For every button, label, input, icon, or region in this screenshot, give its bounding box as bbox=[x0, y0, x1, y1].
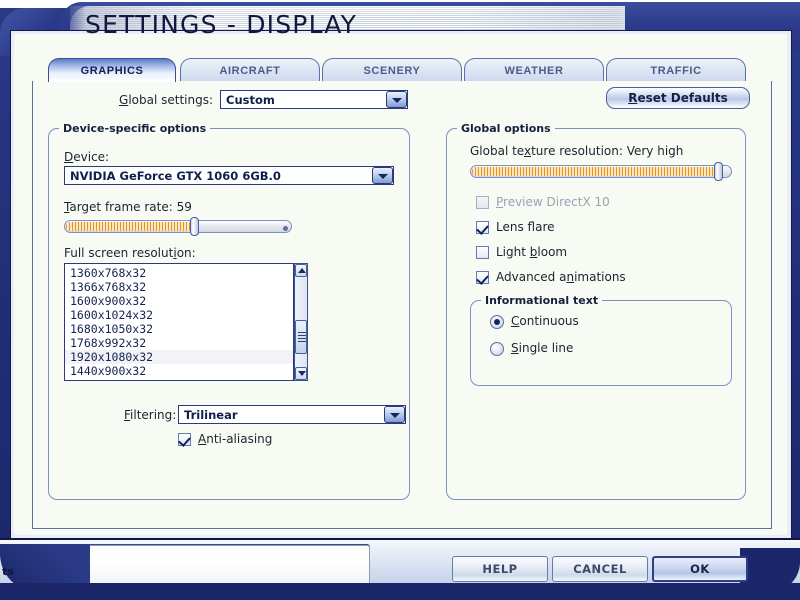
global-settings-label: Global settings: bbox=[119, 93, 214, 107]
chevron-down-icon[interactable] bbox=[386, 91, 407, 108]
resolution-scrollbar[interactable] bbox=[294, 263, 308, 381]
frame-rate-slider-endcap bbox=[283, 226, 288, 231]
resolution-list-item[interactable]: 1360x768x32 bbox=[65, 266, 293, 280]
preview-directx10-checkbox[interactable] bbox=[476, 196, 489, 209]
radio-single-line-label: Single line bbox=[511, 341, 574, 355]
filtering-combo[interactable]: Trilinear bbox=[178, 405, 406, 424]
resolution-listbox[interactable]: 1360x768x32 1366x768x32 1600x900x32 1600x10… bbox=[64, 263, 294, 381]
advanced-animations-label: Advanced animations bbox=[496, 270, 626, 284]
resolution-list-item[interactable]: 1600x900x32 bbox=[65, 294, 293, 308]
frame-rate-label: Target frame rate: 59 bbox=[64, 200, 192, 214]
resolution-list-item[interactable]: 1366x768x32 bbox=[65, 280, 293, 294]
tab-aircraft[interactable]: AIRCRAFT bbox=[180, 58, 320, 82]
window-title: SETTINGS - DISPLAY bbox=[85, 10, 358, 39]
cancel-button-label: CANCEL bbox=[573, 562, 627, 576]
tab-scenery[interactable]: SCENERY bbox=[322, 58, 462, 82]
filtering-label: Filtering: bbox=[124, 408, 177, 422]
help-button[interactable]: HELP bbox=[452, 556, 548, 582]
lens-flare-checkbox[interactable] bbox=[476, 221, 489, 234]
grip-icon bbox=[298, 332, 306, 342]
tab-graphics-label: GRAPHICS bbox=[80, 65, 144, 77]
resolution-list-item[interactable]: 1680x1050x32 bbox=[65, 322, 293, 336]
help-button-label: HELP bbox=[482, 562, 518, 576]
texture-slider-track[interactable] bbox=[470, 165, 732, 178]
ok-button[interactable]: OK bbox=[652, 556, 748, 582]
texture-slider-thumb[interactable] bbox=[714, 162, 723, 181]
texture-resolution-label: Global texture resolution: Very high bbox=[470, 144, 684, 158]
resolution-scrollbar-thumb[interactable] bbox=[295, 320, 307, 354]
texture-resolution-slider[interactable] bbox=[470, 162, 732, 181]
device-label: Device: bbox=[64, 150, 110, 164]
antialiasing-label: Anti-aliasing bbox=[198, 432, 273, 446]
scroll-up-icon[interactable] bbox=[295, 264, 307, 277]
tab-weather[interactable]: WEATHER bbox=[464, 58, 604, 82]
resolution-list-item[interactable]: 1920x1080x32 bbox=[65, 350, 293, 364]
radio-continuous[interactable] bbox=[490, 315, 504, 329]
tab-aircraft-label: AIRCRAFT bbox=[219, 65, 281, 77]
advanced-animations-checkbox[interactable] bbox=[476, 271, 489, 284]
frame-rate-slider-fill bbox=[66, 222, 192, 231]
global-settings-combo[interactable]: Custom bbox=[220, 90, 408, 109]
tab-traffic-label: TRAFFIC bbox=[650, 65, 702, 77]
global-settings-value: Custom bbox=[226, 93, 275, 107]
footer-corner-label: ts bbox=[2, 565, 14, 578]
resolution-list-item[interactable]: 1440x900x32 bbox=[65, 364, 293, 378]
radio-single-line[interactable] bbox=[490, 342, 504, 356]
chevron-down-icon[interactable] bbox=[372, 167, 393, 184]
tab-weather-label: WEATHER bbox=[504, 65, 564, 77]
frame-rate-slider[interactable] bbox=[64, 217, 292, 236]
informational-text-title: Informational text bbox=[481, 294, 603, 307]
antialiasing-checkbox[interactable] bbox=[178, 433, 191, 446]
frame-rate-slider-track[interactable] bbox=[64, 220, 292, 233]
tab-bar: GRAPHICS AIRCRAFT SCENERY WEATHER TRAFFI… bbox=[32, 58, 772, 82]
preview-directx10-label: Preview DirectX 10 bbox=[496, 195, 610, 209]
resolution-label: Full screen resolution: bbox=[64, 246, 196, 260]
light-bloom-label: Light bloom bbox=[496, 245, 568, 259]
filtering-value: Trilinear bbox=[184, 408, 238, 422]
lens-flare-label: Lens flare bbox=[496, 220, 555, 234]
texture-slider-fill bbox=[472, 167, 716, 176]
global-options-title: Global options bbox=[457, 122, 555, 135]
ok-button-label: OK bbox=[690, 562, 710, 576]
radio-continuous-label: Continuous bbox=[511, 314, 579, 328]
light-bloom-checkbox[interactable] bbox=[476, 246, 489, 259]
scroll-down-icon[interactable] bbox=[295, 367, 307, 380]
device-value: NVIDIA GeForce GTX 1060 6GB.0 bbox=[70, 169, 281, 183]
tab-scenery-label: SCENERY bbox=[363, 65, 421, 77]
cancel-button[interactable]: CANCEL bbox=[552, 556, 648, 582]
resolution-list-item[interactable]: 1600x1024x32 bbox=[65, 308, 293, 322]
device-options-title: Device-specific options bbox=[59, 122, 211, 135]
resolution-list-item[interactable]: 1768x992x32 bbox=[65, 336, 293, 350]
tab-graphics[interactable]: GRAPHICS bbox=[48, 58, 176, 82]
device-combo[interactable]: NVIDIA GeForce GTX 1060 6GB.0 bbox=[64, 166, 394, 185]
footer-base bbox=[0, 583, 800, 600]
reset-defaults-button[interactable]: Reset Defaults bbox=[606, 87, 750, 109]
tab-traffic[interactable]: TRAFFIC bbox=[606, 58, 746, 82]
frame-rate-slider-thumb[interactable] bbox=[190, 217, 199, 236]
chevron-down-icon[interactable] bbox=[384, 406, 405, 423]
dialog-page: GRAPHICS AIRCRAFT SCENERY WEATHER TRAFFI… bbox=[14, 34, 786, 534]
settings-display-window: SETTINGS - DISPLAY GRAPHICS AIRCRAFT SCE… bbox=[0, 0, 800, 600]
informational-text-group: Informational text bbox=[470, 294, 732, 386]
